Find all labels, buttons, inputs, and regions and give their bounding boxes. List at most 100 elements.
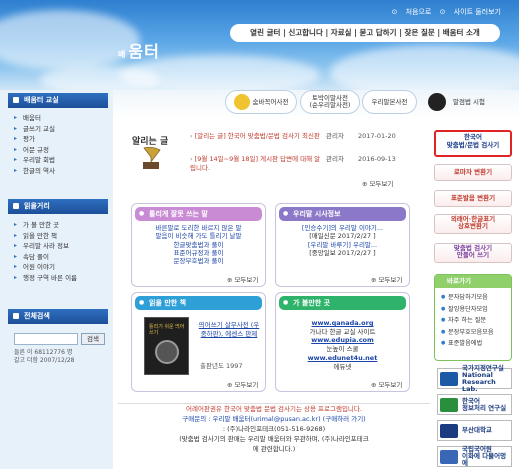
footer: 어례어판권유 한국어 맞춤법 문법 검사기는 상용 프로그램입니다. 구매문의 … (118, 403, 430, 469)
box-books: 읽을 만한 책 틀리기 쉬운 띄어쓰기 띄어쓰기 살무사전 (우중하판), 에센… (131, 292, 266, 392)
sitemap-link[interactable]: ⊙ 사이트 둘러보기 (440, 8, 501, 16)
sitemap-link-label: 사이트 둘러보기 (453, 8, 501, 16)
search-button[interactable]: 검색 (81, 333, 105, 345)
notice-more-link[interactable]: 모두보기 (362, 178, 393, 188)
box-body-places: www.qanada.org 가나다 한글 교실 사이트 www.edupia.… (280, 319, 405, 371)
box-more-wrong-words[interactable]: 모두보기 (227, 274, 258, 284)
quick-link[interactable]: 잘잉용단자모임 (441, 304, 494, 316)
site-logo[interactable]: 배 움터 (118, 38, 160, 62)
quick-link[interactable]: 자주 하는 질문 (441, 315, 494, 327)
sidebar-item[interactable]: 글쓰기 교실 (14, 124, 109, 135)
list-item[interactable]: [우리말 바루기] 우리말... (280, 241, 405, 249)
reading-menu: 가 볼 만한 곳 읽을 만한 책 우리말 사라 정보 속담 풀이 어원 이야기 … (14, 220, 109, 284)
book-cover-art (155, 340, 179, 364)
institute-emblem-icon (440, 450, 458, 464)
sidebar-item[interactable]: 배움터 (14, 113, 109, 124)
grammar-checker-button[interactable]: 한국어 맞춤법/문법 검사기 (434, 130, 512, 157)
sidebar-item[interactable]: 가 볼 만한 곳 (14, 220, 109, 231)
footer-line-1: 어례어판권유 한국어 맞춤법 문법 검사기는 상용 프로그램입니다. (186, 405, 362, 413)
book-cover[interactable]: 틀리기 쉬운 띄어쓰기 (144, 317, 189, 375)
site-desc: 눈높이 스쿨 (326, 345, 359, 354)
footer-line-2[interactable]: 구매문의 : 우리말 배움터(urimal@pusan.ac.kr) (구매하러… (118, 414, 430, 424)
book-icon (233, 94, 250, 110)
quick-link[interactable]: 문장부호모음모음 (441, 327, 494, 339)
banner-label: 국립국어원 이화에 다물어멍에 (462, 445, 507, 467)
book-cover-title: 틀리기 쉬운 띄어쓰기 (149, 324, 185, 336)
box-header-places: 가 볼만한 곳 (279, 296, 406, 310)
box-places: 가 볼만한 곳 www.qanada.org 가나다 한글 교실 사이트 www… (275, 292, 410, 392)
list-item[interactable]: 한글맞춤법과 풀이 (136, 241, 261, 249)
logo-text: 움터 (128, 42, 160, 61)
sidebar-item[interactable]: 행정 구역 바른 이름 (14, 273, 109, 284)
box-body-news: [인승수기]의 우리말 이야기... [매일신문 2017/2/27 ] [우리… (280, 224, 405, 257)
lab-emblem-icon (440, 372, 458, 386)
sidebar-item[interactable]: 어문 규정 (14, 145, 109, 156)
logo-small-text: 배 (118, 50, 127, 59)
banner-label: 부산대학교 (462, 426, 492, 434)
home-link[interactable]: ⊙ 처음으로 (392, 8, 432, 16)
list-item[interactable]: 말음이 비슷해 가도 틀리기 날말 (136, 232, 261, 240)
sidebar-item[interactable]: 한글의 역사 (14, 166, 109, 177)
box-news: 우리말 시사정보 [인승수기]의 우리말 이야기... [매일신문 2017/2… (275, 203, 410, 287)
quick-link[interactable]: 표준발음에법 (441, 338, 494, 350)
graduation-cap-icon (428, 93, 447, 111)
box-more-books[interactable]: 모두보기 (227, 379, 258, 389)
list-item[interactable]: 문장부호법과 풀이 (136, 257, 261, 265)
university-emblem-icon (440, 424, 458, 438)
sidebar-item[interactable]: 우리말 회법 (14, 155, 109, 166)
banner-pusan-univ[interactable]: 부산대학교 (437, 420, 512, 441)
section-title-classroom: 배움터 교실 (8, 93, 108, 108)
section-title-search: 전체검색 (8, 309, 108, 324)
box-header-news: 우리말 시사정보 (279, 207, 406, 221)
pronunciation-button[interactable]: 표준발음 변환기 (434, 190, 512, 207)
classroom-menu: 배움터 글쓰기 교실 평가 어문 규정 우리말 회법 한글의 역사 (14, 113, 109, 177)
quick-link[interactable]: 문자답하기모음 (441, 292, 494, 304)
visitor-count: 들른 이 68112776 명 (14, 349, 73, 356)
notice-row-0[interactable]: [알리는 글] 한국어 맞춤법/문법 검사기 최신판 관리자 2017-01-2… (190, 132, 430, 150)
sidebar-item[interactable]: 어원 이야기 (14, 262, 109, 273)
notice-title-0[interactable]: [알리는 글] 한국어 맞춤법/문법 검사기 최신판 (190, 132, 322, 141)
box-body-wrong-words: 바른말로 도리한 바르지 않은 말 말음이 비슷해 가도 틀리기 날말 한글맞춤… (136, 224, 261, 265)
gramophone-icon (143, 146, 161, 169)
banner-nikl[interactable]: 국립국어원 이화에 다물어멍에 (437, 446, 512, 467)
sidebar-item[interactable]: 속담 풀이 (14, 252, 109, 263)
box-more-places[interactable]: 모두보기 (371, 379, 402, 389)
section-title-reading: 읽을거리 (8, 199, 108, 214)
quick-links-title: 바로가기 (435, 275, 511, 288)
notice-author-0: 관리자 (326, 132, 344, 140)
list-item-source: [매일신문 2017/2/27 ] (309, 232, 376, 241)
list-item[interactable]: 표준어규정과 풀이 (136, 249, 261, 257)
site-desc: 에듀넷 (333, 362, 352, 371)
footer-line-3: : (주)나라인포테크(051-516-9268) (222, 425, 326, 433)
global-nav[interactable]: 열린 글터 | 신고합니다 | 자료실 | 묻고 답하기 | 잦은 질문 | 배… (230, 24, 500, 42)
romanization-button[interactable]: 로마자 변환기 (434, 164, 512, 181)
notice-title-1[interactable]: [9월 14일~9월 18일] 게시판 답변에 대해 알립니다. (190, 155, 322, 172)
custom-checker-button[interactable]: 맞춤법 검사기 만들어 쓰기 (434, 243, 512, 263)
site-link[interactable]: www.qanada.org (280, 319, 405, 328)
dict-button-3[interactable]: 말점법 시험 (419, 90, 494, 114)
dict-button-0[interactable]: 숨바꼭어사전 (225, 90, 297, 114)
book-meta: 출판년도 1997 (200, 362, 243, 370)
dict-label-2: 우리말본사전 (371, 97, 408, 106)
box-header-books: 읽을 만한 책 (135, 296, 262, 310)
dict-label-3: 말점법 시험 (453, 97, 485, 106)
banner-nlp-lab[interactable]: 한국어 정보처리 연구실 (437, 394, 512, 415)
top-links: ⊙ 처음으로 ⊙ 사이트 둘러보기 (386, 7, 502, 17)
dict-button-2[interactable]: 우리말본사전 (362, 90, 417, 114)
book-title[interactable]: 띄어쓰기 살무사전 (우중하판), 에센스 판제 (198, 321, 260, 338)
box-more-news[interactable]: 모두보기 (371, 274, 402, 284)
last-updated: 갈고 더함 2007/12/28 (14, 357, 75, 364)
loanword-button[interactable]: 외래어·한글표기 상호변환기 (434, 214, 512, 234)
site-link[interactable]: www.edunet4u.net (280, 354, 405, 363)
sidebar-item[interactable]: 우리말 사라 정보 (14, 241, 109, 252)
sidebar-item[interactable]: 평가 (14, 134, 109, 145)
site-link[interactable]: www.edupia.com (280, 336, 405, 345)
dict-button-1[interactable]: 토박이말사전 (순우리말사전) (300, 90, 360, 114)
footer-line-5: 에 관련합니다.) (252, 445, 296, 453)
sidebar-item[interactable]: 읽을 만한 책 (14, 231, 109, 242)
notice-date-0: 2017-01-20 (358, 132, 396, 140)
banner-national-lab[interactable]: 국가지정연구실 National Research Lab. (437, 364, 512, 392)
search-input[interactable] (14, 333, 78, 345)
home-link-label: 처음으로 (405, 8, 432, 16)
notice-row-1[interactable]: [9월 14일~9월 18일] 게시판 답변에 대해 알립니다. 관리자 201… (190, 155, 430, 173)
